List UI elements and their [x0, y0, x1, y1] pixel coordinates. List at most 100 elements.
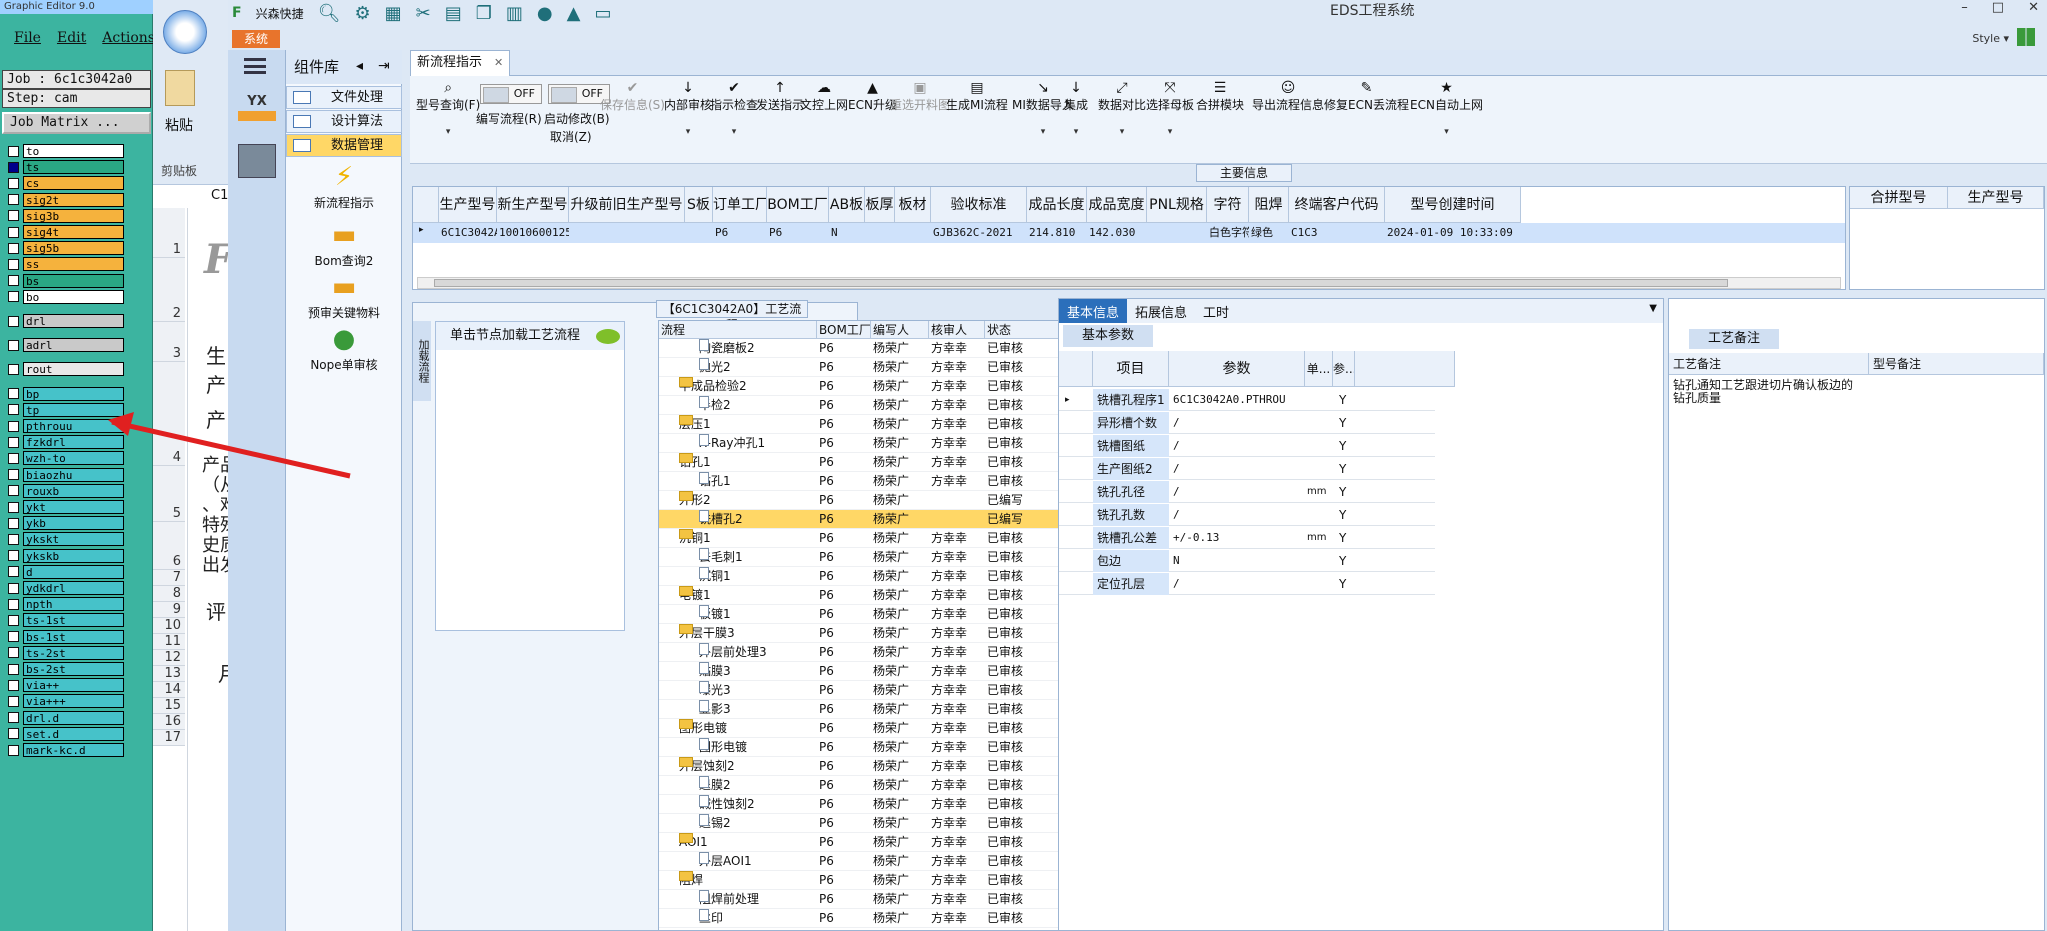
- tab-process-remarks[interactable]: 工艺备注: [1689, 329, 1779, 349]
- tool-new-flow[interactable]: ⚡ 新流程指示: [286, 164, 402, 211]
- layer-row[interactable]: bs-2st: [2, 662, 124, 676]
- table-cell[interactable]: 142.030: [1089, 223, 1147, 243]
- param-row[interactable]: 铣孔孔径 / mm Y: [1059, 481, 1435, 503]
- cancel-button[interactable]: 取消(Z): [550, 128, 592, 145]
- paste-icon[interactable]: [165, 70, 195, 106]
- layer-checkbox[interactable]: [8, 501, 19, 513]
- settings-icon[interactable]: ⚙: [354, 3, 370, 24]
- layer-checkbox[interactable]: [8, 485, 19, 497]
- tree-row[interactable]: −沉铜1P6 杨荣广 方幸幸 已审核: [659, 529, 1067, 548]
- nav-file-processing[interactable]: 文件处理: [286, 86, 402, 109]
- system-tab[interactable]: 系统: [232, 30, 280, 48]
- layer-checkbox[interactable]: [8, 631, 19, 643]
- tree-row[interactable]: 退锡2 P6 杨荣广 方幸幸 已审核: [659, 814, 1067, 833]
- param-value[interactable]: /: [1173, 481, 1303, 503]
- layer-row[interactable]: ykskt: [2, 532, 124, 547]
- table-cell[interactable]: [897, 223, 931, 243]
- toolbar-button[interactable]: ✔ 保存信息(S): [600, 80, 665, 113]
- tree-row[interactable]: 铣槽孔2 P6 杨荣广 已编写: [659, 510, 1067, 529]
- tree-row[interactable]: 板镀1 P6 杨荣广 方幸幸 已审核: [659, 605, 1067, 624]
- layer-checkbox[interactable]: [8, 242, 19, 254]
- calculator-icon[interactable]: [238, 144, 276, 178]
- tree-row[interactable]: 陶瓷磨板2 P6 杨荣广 方幸幸 已审核: [659, 339, 1067, 358]
- layer-checkbox[interactable]: [8, 436, 19, 448]
- column-header[interactable]: 生产型号: [439, 187, 497, 223]
- minimize-button[interactable]: –: [1961, 0, 1968, 15]
- layer-row[interactable]: ykb: [2, 516, 124, 531]
- column-header[interactable]: 板材: [895, 187, 931, 223]
- tool-nope-review[interactable]: ● Nope单审核: [286, 326, 402, 373]
- layer-row[interactable]: sig3b: [2, 208, 124, 223]
- close-button[interactable]: ✕: [2028, 0, 2039, 15]
- tree-row[interactable]: −外层干膜3P6 杨荣广 方幸幸 已审核: [659, 624, 1067, 643]
- column-header[interactable]: 终端客户代码: [1289, 187, 1385, 223]
- scrollbar-thumb[interactable]: [434, 279, 1728, 287]
- layer-checkbox[interactable]: [8, 420, 19, 432]
- layer-checkbox[interactable]: [8, 695, 19, 707]
- layer-checkbox[interactable]: [8, 517, 19, 529]
- table-cell[interactable]: N: [831, 223, 865, 243]
- column-header[interactable]: 流程: [659, 321, 817, 339]
- table-cell[interactable]: 绿色: [1251, 223, 1289, 243]
- column-header[interactable]: 单...: [1305, 351, 1333, 387]
- layer-row[interactable]: bs-1st: [2, 629, 124, 644]
- column-header[interactable]: PNL规格: [1147, 187, 1207, 223]
- style-dropdown[interactable]: Style ▾: [1972, 32, 2009, 45]
- column-header[interactable]: 升级前旧生产型号: [569, 187, 685, 223]
- param-value[interactable]: /: [1173, 458, 1303, 480]
- toolbar-button[interactable]: ↑ 发送指示: [756, 80, 804, 113]
- yx-module-icon[interactable]: YX: [238, 94, 276, 128]
- layer-checkbox[interactable]: [8, 452, 19, 464]
- layer-row[interactable]: via+++: [2, 694, 124, 709]
- table-cell[interactable]: 白色字符: [1209, 223, 1249, 243]
- tree-row[interactable]: −电镀1P6 杨荣广 方幸幸 已审核: [659, 586, 1067, 605]
- param-value[interactable]: /: [1173, 504, 1303, 526]
- layer-row[interactable]: ss: [2, 257, 124, 272]
- tree-row[interactable]: −阻焊P6 杨荣广 方幸幸 已审核: [659, 871, 1067, 890]
- table-cell[interactable]: C1C3: [1291, 223, 1385, 243]
- toolbar-button[interactable]: ☺ 导出流程信息: [1252, 80, 1324, 113]
- layer-checkbox[interactable]: [8, 226, 19, 238]
- tree-row[interactable]: −AOI1P6 杨荣广 方幸幸 已审核: [659, 833, 1067, 852]
- tab-basic-info[interactable]: 基本信息: [1059, 299, 1128, 323]
- layer-row[interactable]: mark-kc.d: [2, 743, 124, 757]
- toolbar-button[interactable]: ↓ 内部审核 ▾: [664, 80, 712, 137]
- toolbar-button[interactable]: ▤ 生成MI流程: [946, 80, 1008, 113]
- layer-row[interactable]: bp: [2, 386, 124, 401]
- toolbar-button[interactable]: ✎ 修复ECN丢流程: [1324, 80, 1409, 113]
- layer-row[interactable]: sig2t: [2, 192, 124, 207]
- layer-checkbox[interactable]: [8, 663, 19, 675]
- layer-checkbox[interactable]: [8, 339, 19, 351]
- layer-checkbox[interactable]: [8, 614, 19, 626]
- layer-row[interactable]: sig5b: [2, 241, 124, 256]
- layer-checkbox[interactable]: [8, 550, 19, 562]
- toolbar-button[interactable]: ⤢ 数据对比 ▾: [1098, 80, 1146, 137]
- column-header[interactable]: 成品宽度: [1087, 187, 1147, 223]
- column-header[interactable]: BOM工厂: [767, 187, 829, 223]
- layer-row[interactable]: rouxb: [2, 483, 124, 498]
- table-cell[interactable]: 214.810: [1029, 223, 1087, 243]
- layer-row[interactable]: set.d: [2, 726, 124, 741]
- param-row[interactable]: 异形槽个数 / Y: [1059, 412, 1435, 434]
- user-icon[interactable]: ●: [537, 3, 553, 24]
- param-row[interactable]: 生产图纸2/ Y: [1059, 458, 1435, 480]
- column-header[interactable]: BOM工厂: [817, 321, 871, 339]
- layer-checkbox[interactable]: [8, 598, 19, 610]
- column-header[interactable]: 生产型号: [1948, 187, 2044, 209]
- layer-checkbox[interactable]: [8, 582, 19, 594]
- tab-close-icon[interactable]: ✕: [494, 56, 503, 69]
- layer-row[interactable]: ydkdrl: [2, 581, 124, 595]
- toolbar-button[interactable]: ⤧ 选择母板 ▾: [1146, 80, 1194, 137]
- table-cell[interactable]: [1149, 223, 1207, 243]
- layer-row[interactable]: sig4t: [2, 225, 124, 239]
- table-cell[interactable]: P6: [715, 223, 767, 243]
- row-header[interactable]: 8: [153, 586, 185, 602]
- menu-actions[interactable]: Actions: [102, 30, 155, 46]
- menu-file[interactable]: File: [14, 30, 41, 46]
- apps-icon[interactable]: ▥: [506, 3, 523, 24]
- pin-icon[interactable]: ⇥: [378, 58, 390, 74]
- layer-checkbox[interactable]: [8, 728, 19, 740]
- tab-extended-info[interactable]: 拓展信息: [1127, 299, 1195, 323]
- column-header[interactable]: 型号创建时间: [1385, 187, 1521, 223]
- column-header[interactable]: 状态: [985, 321, 1065, 339]
